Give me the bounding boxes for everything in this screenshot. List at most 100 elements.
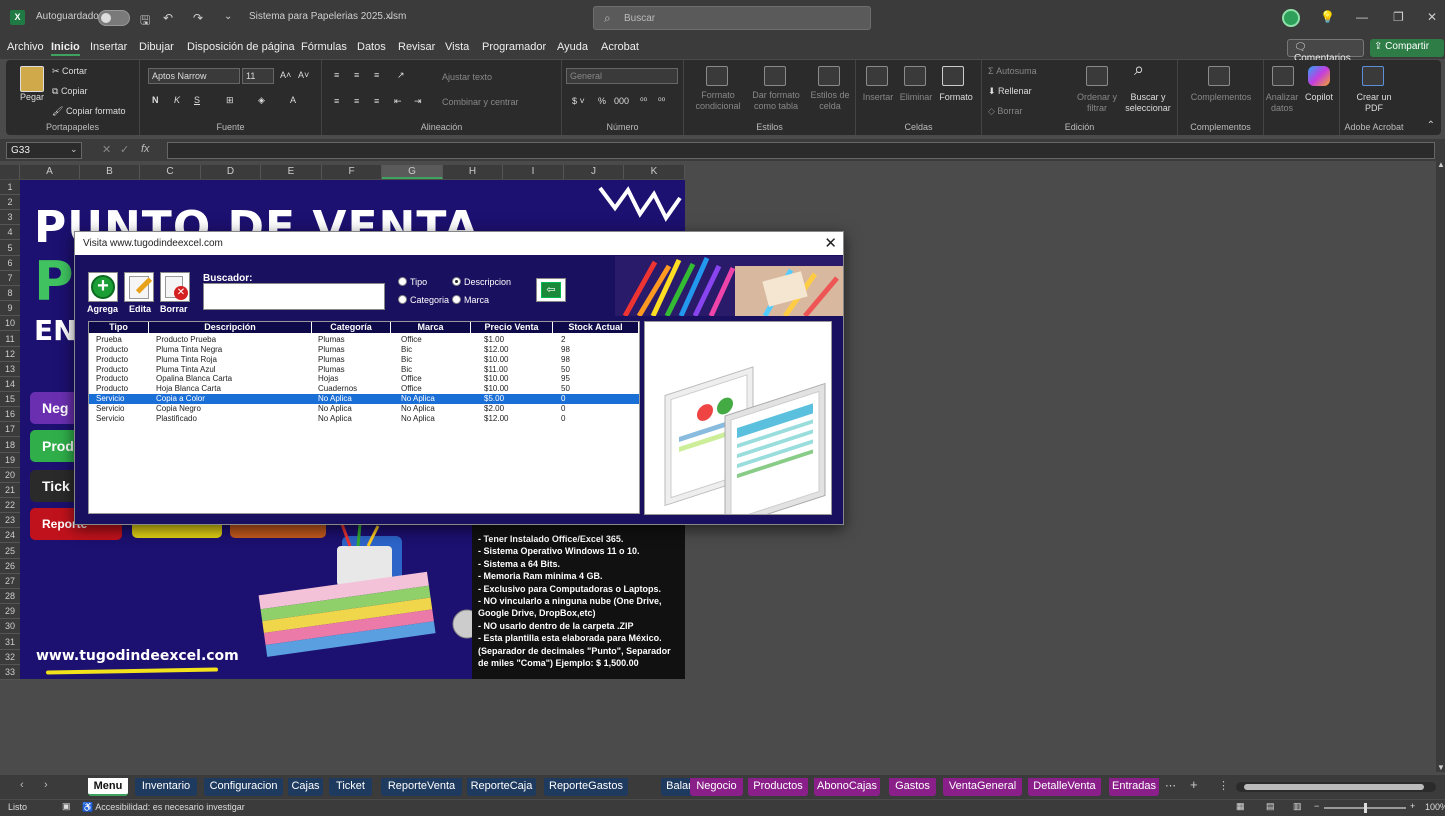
row-header[interactable]: 24 [0, 528, 20, 544]
comma-style-icon[interactable]: 000 [614, 96, 629, 107]
row-header[interactable]: 12 [0, 347, 20, 362]
back-button[interactable]: ⇦ [536, 278, 566, 302]
decrease-decimal-icon[interactable]: ⁰⁰ [658, 96, 665, 107]
sort-filter-button[interactable]: Ordenar y filtrar [1072, 92, 1122, 114]
horizontal-scrollbar[interactable] [1236, 782, 1436, 792]
row-header[interactable]: 6 [0, 256, 20, 271]
row-header[interactable]: 15 [0, 392, 20, 408]
addins-button[interactable]: Complementos [1182, 92, 1260, 103]
row-header[interactable]: 14 [0, 377, 20, 392]
zoom-out-icon[interactable]: − [1314, 801, 1319, 811]
row-header[interactable]: 28 [0, 589, 20, 605]
currency-icon[interactable]: $ ˅ [572, 96, 585, 107]
tab-scroll-right-icon[interactable]: › [44, 779, 48, 791]
format-cells-button[interactable]: Formato [936, 92, 976, 103]
row-header[interactable]: 9 [0, 301, 20, 317]
bold-button[interactable]: N [152, 95, 159, 106]
add-sheet-icon[interactable]: + [1190, 777, 1198, 792]
menu-disposicion[interactable]: Disposición de página [187, 41, 295, 53]
borders-icon[interactable]: ⊞ [226, 95, 234, 106]
sheet-tab-reportegastos[interactable]: ReporteGastos [544, 778, 628, 796]
accessibility-status[interactable]: ♿ Accesibilidad: es necesario investigar [82, 802, 245, 813]
menu-datos[interactable]: Datos [357, 41, 386, 53]
tab-scroll-left-icon[interactable]: ‹ [20, 779, 24, 791]
number-format-select[interactable]: General [566, 68, 678, 84]
clear-button[interactable]: ◇ Borrar [988, 106, 1022, 117]
column-header-c[interactable]: C [140, 165, 201, 179]
row-header[interactable]: 26 [0, 559, 20, 574]
align-bottom-icon[interactable]: ≡ [374, 70, 379, 81]
autosave-toggle[interactable] [98, 10, 130, 26]
font-color-icon[interactable]: A [290, 95, 296, 106]
edit-button[interactable] [124, 272, 154, 302]
shrink-font-icon[interactable]: A˅ [298, 70, 309, 81]
delete-cells-button[interactable]: Eliminar [896, 92, 936, 103]
row-header[interactable]: 11 [0, 332, 20, 347]
row-header[interactable]: 17 [0, 422, 20, 438]
tab-divider-icon[interactable]: ⋮ [1218, 779, 1229, 792]
menu-formulas[interactable]: Fórmulas [301, 41, 347, 53]
avatar[interactable] [1282, 9, 1300, 27]
minimize-icon[interactable]: — [1356, 10, 1368, 24]
increase-decimal-icon[interactable]: ⁰⁰ [640, 96, 647, 107]
conditional-format-button[interactable]: Formato condicional [688, 90, 748, 112]
align-right-icon[interactable]: ≡ [374, 96, 379, 107]
search-input[interactable]: ⌕ Buscar [593, 6, 871, 30]
product-search-input[interactable] [203, 283, 385, 310]
add-button[interactable]: + [88, 272, 118, 302]
cancel-formula-icon[interactable]: ✕ [102, 143, 111, 156]
list-header[interactable]: Stock Actual [553, 322, 639, 333]
paste-button[interactable]: Pegar [14, 92, 50, 103]
row-header[interactable]: 25 [0, 544, 20, 559]
sheet-tab-configuracion[interactable]: Configuracion [204, 778, 283, 796]
menu-ayuda[interactable]: Ayuda [557, 41, 588, 53]
collapse-ribbon-icon[interactable]: ⌃ [1427, 120, 1435, 131]
row-header[interactable]: 31 [0, 635, 20, 650]
share-button[interactable]: ⇪ Compartir [1370, 39, 1444, 57]
menu-inicio[interactable]: Inicio [51, 41, 80, 56]
list-header[interactable]: Categoría [312, 322, 391, 333]
italic-button[interactable]: K [174, 95, 180, 106]
list-row[interactable]: Servicio Copia a Color No Aplica No Aplica $… [89, 394, 639, 404]
customize-toolbar-icon[interactable]: ⌄ [224, 11, 232, 22]
save-icon[interactable]: 🖫 [140, 11, 150, 32]
row-header[interactable]: 33 [0, 665, 20, 680]
formula-input[interactable] [167, 142, 1435, 159]
sheet-tab-reportecaja[interactable]: ReporteCaja [467, 778, 536, 796]
row-header[interactable]: 23 [0, 513, 20, 529]
wrap-text-button[interactable]: Ajustar texto [442, 72, 492, 83]
comments-button[interactable]: 🗨 Comentarios [1287, 39, 1364, 64]
confirm-formula-icon[interactable]: ✓ [120, 143, 129, 156]
analyze-data-button[interactable]: Analizar datos [1264, 92, 1300, 114]
radio-marca[interactable]: Marca [452, 295, 489, 305]
column-header-j[interactable]: J [564, 165, 624, 179]
row-header[interactable]: 18 [0, 438, 20, 453]
lightbulb-icon[interactable]: 💡 [1320, 10, 1335, 24]
row-header[interactable]: 32 [0, 650, 20, 665]
list-row[interactable]: Servicio Plastificado No Aplica No Aplica $1… [89, 414, 639, 424]
list-row[interactable]: Producto Opalina Blanca Carta Hojas Office $… [89, 374, 639, 384]
product-list[interactable]: Tipo Descripción Categoría Marca Precio Vent… [88, 321, 640, 514]
dialog-close-button[interactable]: ✕ [824, 234, 837, 252]
more-tabs-icon[interactable]: ⋯ [1165, 779, 1176, 792]
font-name-select[interactable]: Aptos Narrow [148, 68, 240, 84]
list-row[interactable]: Producto Pluma Tinta Azul Plumas Bic $11.00 5… [89, 365, 639, 375]
row-header[interactable]: 29 [0, 604, 20, 620]
font-size-select[interactable]: 11 [242, 68, 274, 84]
row-header[interactable]: 1 [0, 180, 20, 195]
percent-icon[interactable]: % [598, 96, 606, 107]
window-close-icon[interactable]: ✕ [1427, 10, 1437, 24]
page-break-icon[interactable]: ▥ [1293, 801, 1302, 812]
row-header[interactable]: 21 [0, 483, 20, 498]
menu-acrobat[interactable]: Acrobat [601, 41, 639, 53]
underline-button[interactable]: S [194, 95, 200, 106]
sheet-tab-reporteventa[interactable]: ReporteVenta [381, 778, 462, 796]
scroll-down-icon[interactable]: ▼ [1437, 763, 1445, 772]
radio-categoria[interactable]: Categoria [398, 295, 449, 305]
page-layout-icon[interactable]: ▤ [1266, 801, 1275, 812]
fill-color-icon[interactable]: ◈ [258, 95, 265, 106]
align-center-icon[interactable]: ≡ [354, 96, 359, 107]
paste-icon[interactable] [20, 66, 44, 92]
find-select-button[interactable]: Buscar y seleccionar [1120, 92, 1176, 114]
zoom-in-icon[interactable]: + [1410, 801, 1415, 811]
